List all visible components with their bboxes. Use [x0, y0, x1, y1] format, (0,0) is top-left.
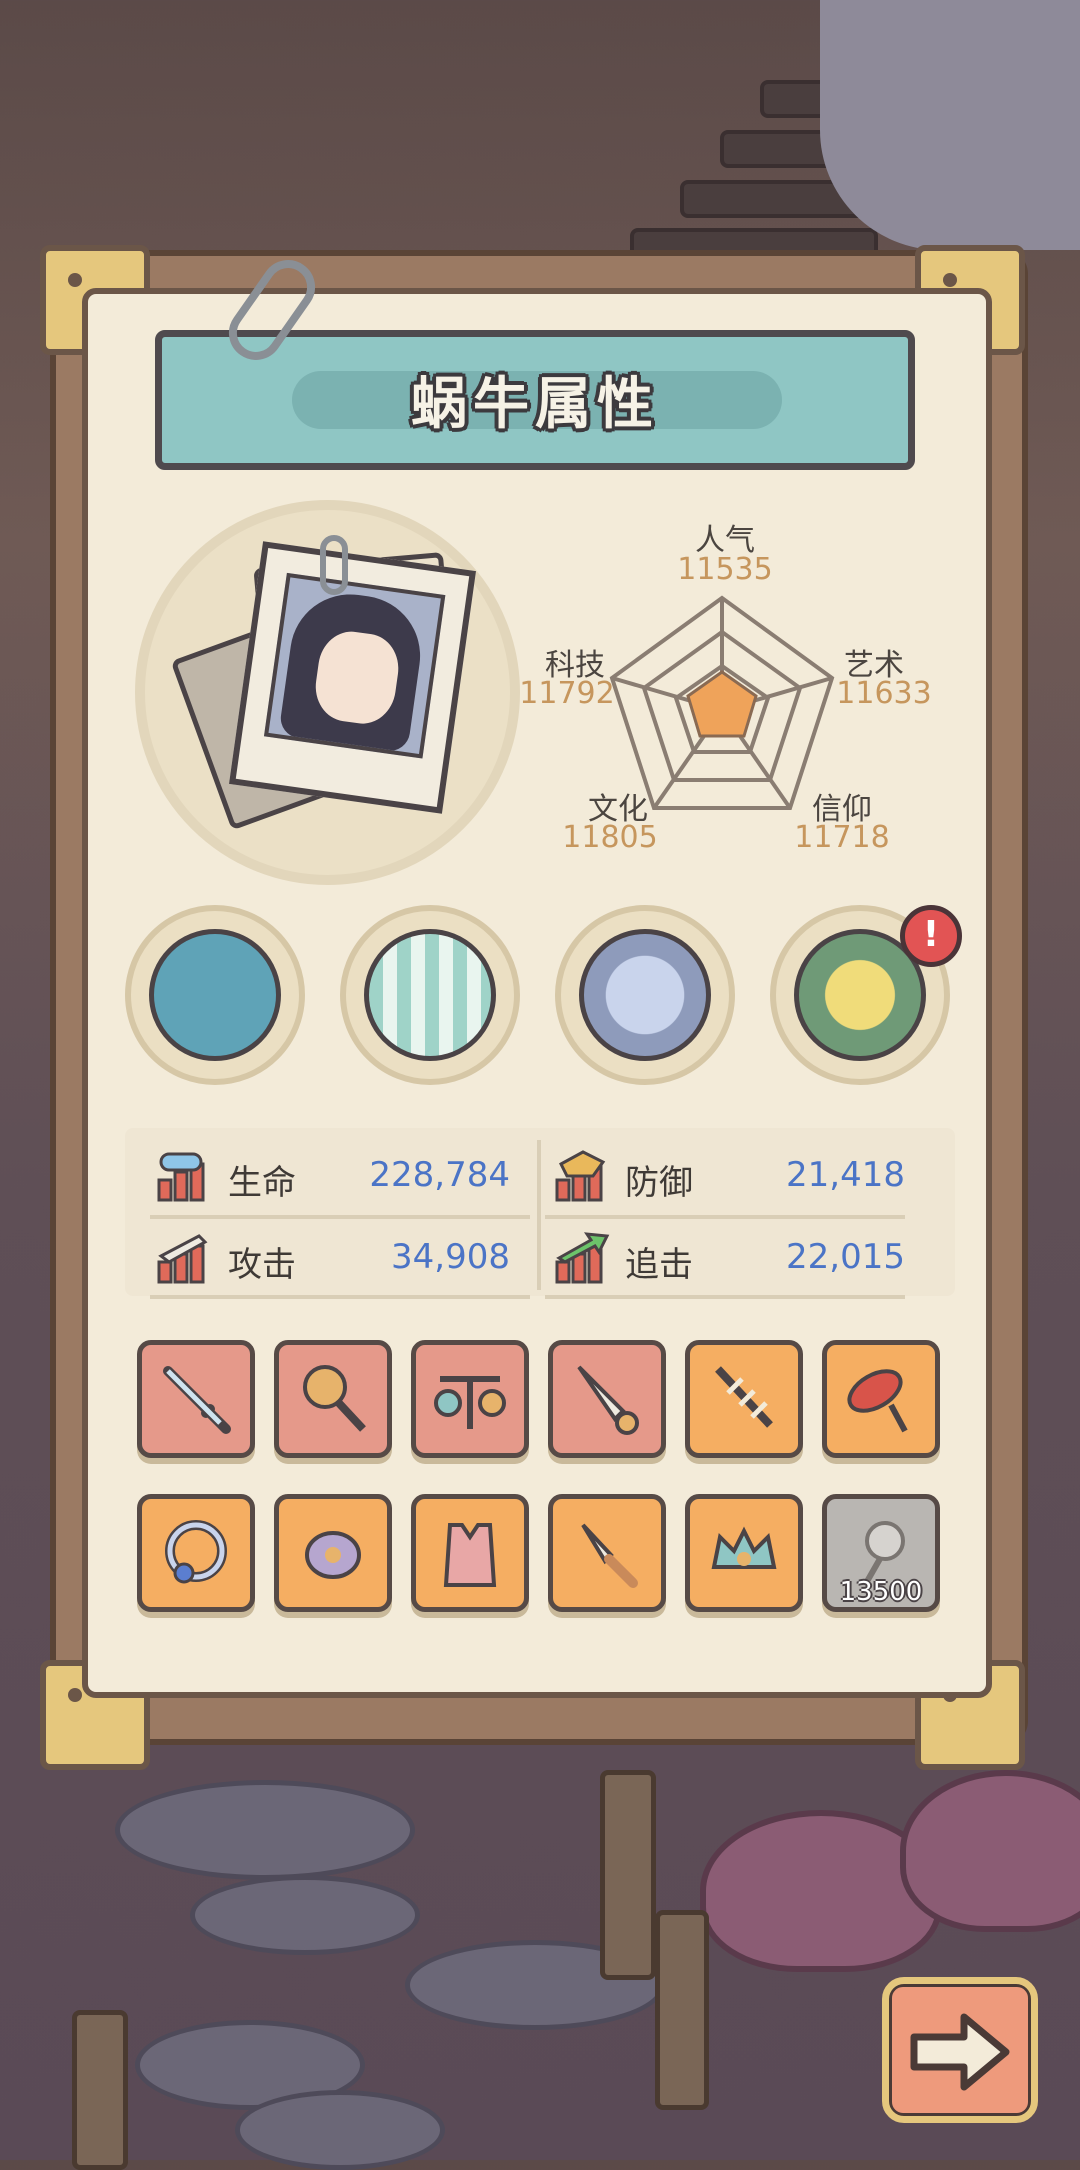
mushroom — [900, 1770, 1080, 1932]
attr-value-defense: 21,418 — [786, 1155, 905, 1195]
attr-name-hp: 生命 — [228, 1163, 296, 1203]
attr-name-attack: 攻击 — [228, 1245, 296, 1285]
item-slot[interactable] — [274, 1494, 392, 1612]
alert-badge-icon[interactable]: ! — [900, 905, 962, 967]
unlock-cost: 13500 — [839, 1577, 923, 1607]
crown-icon — [711, 1526, 777, 1569]
compass-icon — [579, 929, 711, 1061]
sword-icon — [163, 1366, 231, 1434]
stat-value-popularity: 11535 — [677, 552, 773, 587]
post — [655, 1910, 709, 2110]
attr-value-pursuit: 22,015 — [786, 1237, 905, 1277]
item-slot[interactable] — [685, 1494, 803, 1612]
page-title: 蜗牛属性 — [411, 372, 659, 437]
mask-scepter-icon — [303, 1365, 366, 1432]
attr-name-pursuit: 追击 — [625, 1245, 693, 1285]
scale-trinket-icon — [434, 1376, 506, 1429]
vest-icon — [443, 1523, 497, 1587]
stat-value-art: 11633 — [836, 676, 932, 711]
stat-value-faith: 11718 — [794, 820, 890, 855]
knife-icon — [581, 1523, 638, 1588]
attr-name-defense: 防御 — [625, 1163, 693, 1203]
post — [72, 2010, 128, 2170]
stat-value-tech: 11792 — [519, 676, 615, 711]
item-slot[interactable] — [822, 1340, 940, 1458]
heart-bars-icon — [157, 1152, 205, 1202]
character-portrait[interactable] — [228, 541, 477, 814]
beetle-icon — [305, 1531, 361, 1579]
equip-slot-gear[interactable] — [125, 905, 305, 1085]
arrow-right-icon — [910, 2013, 1010, 2091]
item-slot[interactable] — [137, 1340, 255, 1458]
equip-slot-clothing[interactable] — [340, 905, 520, 1085]
paperclip-icon — [320, 535, 348, 595]
attr-value-attack: 34,908 — [391, 1237, 510, 1277]
shield-bars-icon — [555, 1150, 606, 1202]
lilypad — [235, 2090, 445, 2170]
lilypad — [115, 1780, 415, 1880]
equip-slot-compass[interactable] — [555, 905, 735, 1085]
item-slot[interactable] — [548, 1340, 666, 1458]
item-slot[interactable] — [274, 1340, 392, 1458]
lilypad — [190, 1875, 420, 1955]
item-slot-locked[interactable]: 13500 — [822, 1494, 940, 1612]
item-slot[interactable] — [685, 1340, 803, 1458]
post — [600, 1770, 656, 1980]
item-slot[interactable] — [411, 1340, 529, 1458]
fishbone-sword-icon — [715, 1366, 773, 1428]
gem-ring-icon — [165, 1520, 227, 1584]
ornate-dagger-icon — [577, 1365, 639, 1435]
item-slot[interactable] — [411, 1494, 529, 1612]
monster-gear-icon — [149, 929, 281, 1061]
next-button[interactable] — [882, 1977, 1038, 2123]
item-slot[interactable] — [548, 1494, 666, 1612]
sword-bars-icon — [157, 1234, 208, 1284]
arrow-bars-icon — [555, 1232, 610, 1284]
rocket-lamp-icon — [847, 1369, 908, 1433]
plaid-shirt-icon — [364, 929, 496, 1061]
item-slot[interactable] — [137, 1494, 255, 1612]
attr-value-hp: 228,784 — [369, 1155, 510, 1195]
rock-decoration — [820, 0, 1080, 250]
stat-value-culture: 11805 — [562, 820, 658, 855]
